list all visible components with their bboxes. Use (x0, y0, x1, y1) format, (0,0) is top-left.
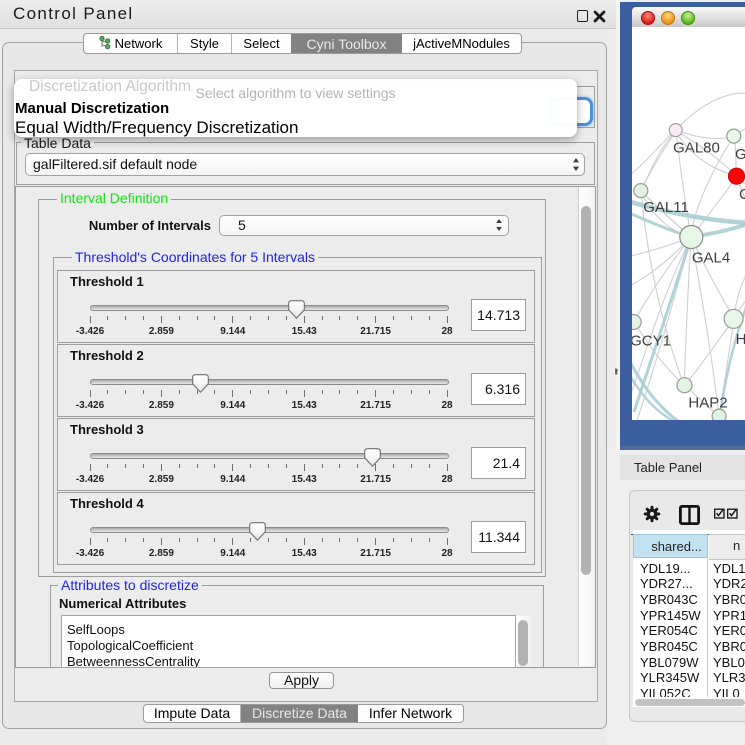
svg-text:H: H (736, 331, 745, 348)
svg-text:G: G (735, 146, 745, 163)
svg-text:GCY1: GCY1 (632, 333, 671, 350)
svg-text:GAL4: GAL4 (692, 250, 730, 267)
svg-text:GAL80: GAL80 (673, 140, 720, 157)
svg-text:C: C (739, 186, 745, 203)
svg-text:HAP2: HAP2 (688, 395, 727, 412)
svg-text:GAL11: GAL11 (643, 199, 689, 216)
